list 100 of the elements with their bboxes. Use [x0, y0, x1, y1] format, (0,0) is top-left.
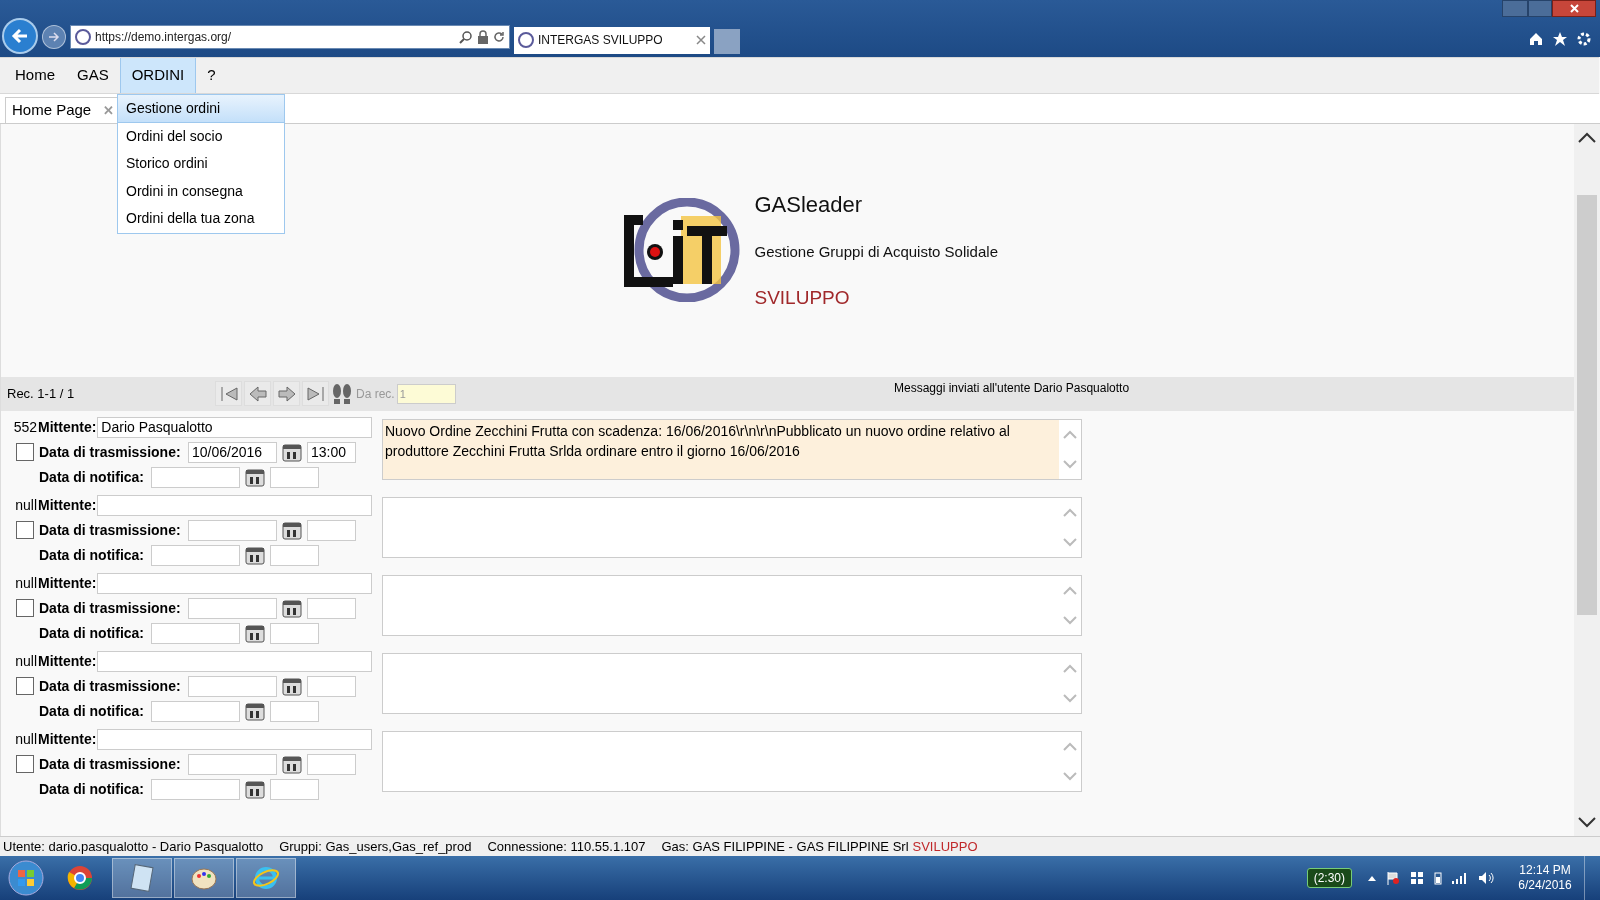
date-field[interactable]	[151, 778, 240, 800]
calendar-icon[interactable]	[282, 676, 302, 697]
calendar-icon[interactable]	[245, 467, 265, 488]
time-field[interactable]	[307, 753, 356, 775]
menu-item[interactable]: ORDINI	[119, 57, 197, 93]
star-icon[interactable]	[1552, 30, 1568, 47]
back-button[interactable]	[2, 17, 38, 54]
time-field[interactable]	[270, 700, 319, 722]
dropdown-item[interactable]: Ordini in consegna	[118, 177, 284, 205]
menu-item[interactable]: Home	[4, 57, 66, 93]
notepad-taskbar-icon[interactable]	[112, 858, 172, 898]
calendar-icon[interactable]	[282, 442, 302, 463]
record-id: 552	[12, 417, 37, 437]
close-icon[interactable]	[696, 35, 706, 46]
dropdown-item[interactable]: Gestione ordini	[118, 95, 284, 123]
message-textarea[interactable]	[382, 496, 1082, 558]
checkbox[interactable]	[16, 443, 34, 462]
time-field[interactable]	[307, 519, 356, 541]
calendar-icon[interactable]	[282, 520, 302, 541]
calendar-icon[interactable]	[282, 754, 302, 775]
sender-field[interactable]	[97, 494, 373, 516]
close-button[interactable]	[1552, 0, 1596, 17]
record-info: Rec. 1-1 / 1	[7, 385, 76, 404]
checkbox[interactable]	[16, 677, 34, 696]
message-textarea[interactable]	[382, 730, 1082, 792]
signal-icon[interactable]	[1452, 872, 1468, 884]
time-field[interactable]	[270, 622, 319, 644]
ie-taskbar-icon[interactable]	[236, 858, 296, 898]
status-gas: Gas: GAS FILIPPINE - GAS FILIPPINE Srl	[661, 837, 909, 856]
checkbox[interactable]	[16, 599, 34, 618]
first-record-button[interactable]	[215, 381, 242, 407]
time-field[interactable]	[307, 675, 356, 697]
footprints-icon[interactable]	[331, 382, 353, 405]
checkbox[interactable]	[16, 521, 34, 540]
calendar-icon[interactable]	[282, 598, 302, 619]
sender-field[interactable]	[97, 728, 373, 750]
message-textarea[interactable]	[382, 574, 1082, 636]
message-textarea[interactable]: Nuovo Ordine Zecchini Frutta con scadenza: 16/06/2016\r\n\r\nPubblicato un nuovo ordine relativo al produttore Zecchini Frutta Srlda ordinare entro il giorno 16/06/2016	[382, 418, 1082, 480]
date-field[interactable]	[151, 544, 240, 566]
battery-icon[interactable]	[1434, 871, 1442, 885]
field-label: Data di trasmissione:	[39, 442, 182, 462]
home-icon[interactable]	[1528, 30, 1544, 47]
date-field[interactable]	[188, 753, 277, 775]
field-label: Mittente:	[38, 651, 97, 671]
calendar-icon[interactable]	[245, 545, 265, 566]
date-field[interactable]	[188, 519, 277, 541]
scroll-up-icon[interactable]	[1578, 131, 1596, 143]
flag-icon[interactable]	[1386, 871, 1400, 885]
speaker-icon[interactable]	[1478, 871, 1494, 885]
refresh-icon[interactable]	[493, 30, 505, 43]
dropdown-item[interactable]: Storico ordini	[118, 150, 284, 178]
browser-tab[interactable]: INTERGAS SVILUPPO	[514, 26, 710, 54]
field-label: Mittente:	[38, 729, 97, 749]
time-field[interactable]	[307, 597, 356, 619]
minimize-button[interactable]	[1502, 0, 1528, 17]
time-field[interactable]	[270, 778, 319, 800]
record-id: null	[14, 495, 37, 515]
dropdown-item[interactable]: Ordini del socio	[118, 122, 284, 150]
new-tab-button[interactable]	[714, 28, 740, 54]
battery-indicator[interactable]: (2:30)	[1306, 868, 1352, 888]
date-field[interactable]	[151, 622, 240, 644]
dropdown-item[interactable]: Ordini della tua zona	[118, 205, 284, 233]
menu-item[interactable]: GAS	[66, 57, 120, 93]
field-label: Data di notifica:	[39, 623, 145, 643]
sender-field[interactable]	[97, 572, 373, 594]
windows-icon[interactable]	[1410, 871, 1424, 885]
tray-arrow-icon[interactable]	[1368, 875, 1376, 881]
last-record-button[interactable]	[302, 381, 329, 407]
message-textarea[interactable]	[382, 652, 1082, 714]
date-field[interactable]	[151, 466, 240, 488]
scroll-down-icon[interactable]	[1578, 817, 1596, 828]
time-field[interactable]: 13:00	[307, 441, 356, 463]
time-field[interactable]	[270, 544, 319, 566]
address-bar[interactable]: https://demo.intergas.org/	[70, 24, 510, 49]
sender-field[interactable]: Dario Pasqualotto	[97, 416, 373, 438]
date-field[interactable]	[188, 597, 277, 619]
previous-record-button[interactable]	[244, 381, 271, 407]
close-icon	[1569, 4, 1579, 13]
calendar-icon[interactable]	[245, 779, 265, 800]
clock[interactable]: 12:14 PM 6/24/2016	[1508, 863, 1582, 893]
field-label: Data di notifica:	[39, 467, 145, 487]
menu-item[interactable]: ?	[196, 57, 227, 93]
time-field[interactable]	[270, 466, 319, 488]
record-id: null	[14, 729, 37, 749]
field-label: Data di trasmissione:	[39, 520, 182, 540]
palette-taskbar-icon[interactable]	[174, 858, 234, 898]
restore-button[interactable]	[1528, 0, 1552, 17]
page-scrollbar[interactable]	[1574, 123, 1600, 836]
forward-button[interactable]	[42, 24, 66, 49]
date-field[interactable]: 10/06/2016	[188, 441, 277, 463]
date-field[interactable]	[188, 675, 277, 697]
next-record-button[interactable]	[273, 381, 300, 407]
sender-field[interactable]	[97, 650, 373, 672]
date-field[interactable]	[151, 700, 240, 722]
calendar-icon[interactable]	[245, 623, 265, 644]
scroll-thumb[interactable]	[1577, 194, 1597, 615]
checkbox[interactable]	[16, 755, 34, 774]
search-icon[interactable]	[459, 29, 473, 44]
calendar-icon[interactable]	[245, 701, 265, 722]
app-subtitle: Gestione Gruppi di Acquisto Solidale	[754, 242, 999, 263]
